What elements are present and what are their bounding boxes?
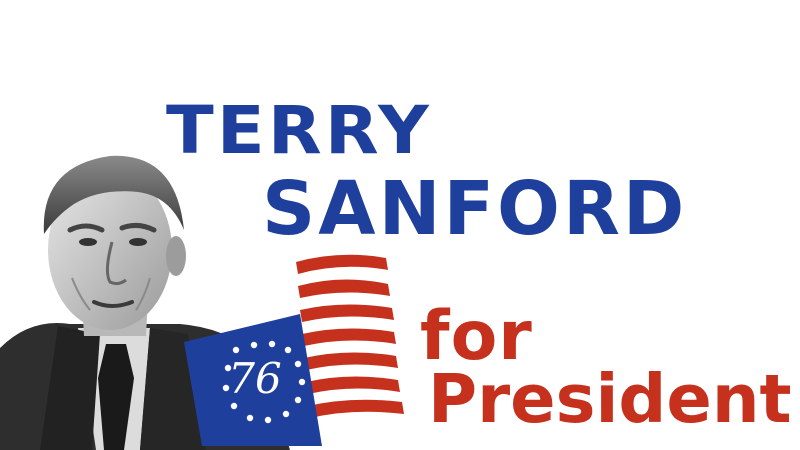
bicentennial-year: 76 (228, 354, 282, 403)
candidate-last-name: SANFORD (262, 166, 688, 252)
bicentennial-flag-icon (184, 254, 404, 446)
tagline-president: President (428, 360, 792, 438)
campaign-poster: TERRY SANFORD 76 for President (0, 0, 800, 450)
